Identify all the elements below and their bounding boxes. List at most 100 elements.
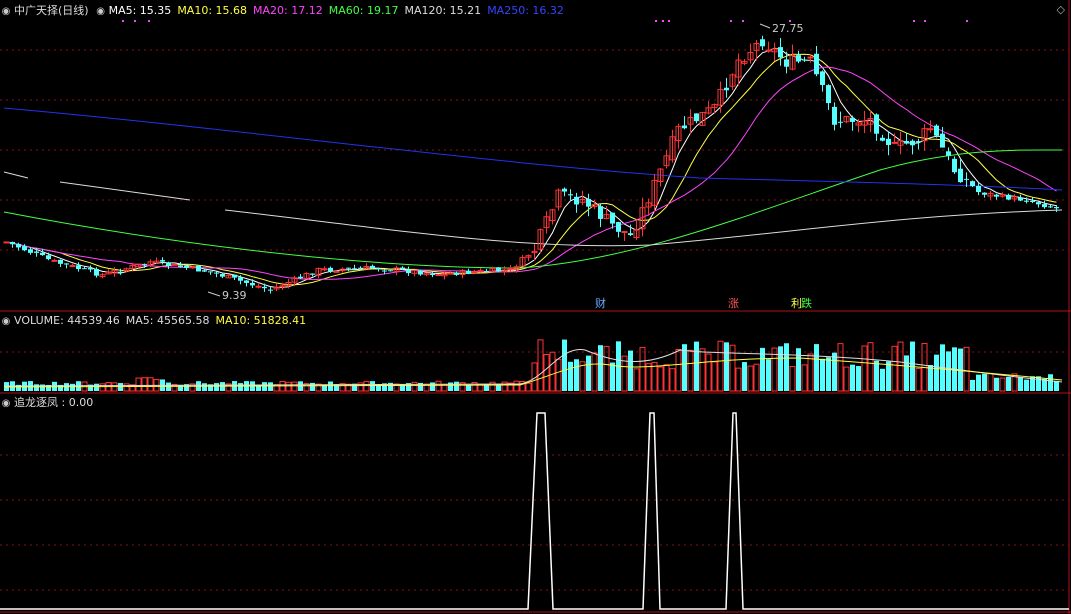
candle-body [76,265,81,270]
volume-bar [904,355,909,391]
candle-body [255,285,262,288]
volume-bar [963,346,970,392]
volume-bar [970,379,975,391]
candle-body [1048,206,1053,208]
volume-bar [1048,374,1053,391]
candle-body [946,151,951,156]
volume-bar [562,339,567,391]
volume-ma10-label: MA10: 51828.41 [215,314,307,327]
volume-bar [1006,376,1011,391]
candle-body [1024,200,1029,202]
volume-bar [633,368,640,392]
candle-body [820,71,825,85]
panel-collapse-icon[interactable]: ◉ [0,5,12,19]
candle-body [970,181,975,187]
candle-body [1036,202,1041,205]
volume-bar [999,377,1006,392]
volume-bar [310,382,315,391]
candle-body [406,269,411,274]
volume-bar [1036,376,1041,391]
indicator-signal [0,412,1069,610]
event-marker-fall[interactable]: 跌 [801,296,812,310]
candle-body [765,49,772,52]
candle-body [10,241,15,245]
signal-dot [789,20,791,22]
volume-bar [574,359,579,391]
volume-bar [568,361,573,391]
volume-bar [591,352,598,392]
candle-body [262,286,267,289]
candle-body [832,106,837,125]
volume-bar [537,339,544,392]
candle-body [28,249,33,253]
candle-body [586,198,591,207]
candle-body [958,168,963,183]
candle-body [94,268,99,276]
candle-body [1042,204,1047,208]
candle-body [388,270,393,272]
candle-body [238,277,243,281]
volume-bar [285,381,292,392]
candle-body [310,273,315,275]
volume-bar [663,364,670,392]
diamond-icon[interactable]: ◇ [1057,3,1065,16]
volume-bar [705,353,712,392]
candle-body [34,251,39,253]
volume-bar [268,382,273,391]
candle-body [880,137,885,141]
candle-body [346,267,351,269]
volume-bar [717,340,724,392]
candle-body [88,268,93,270]
volume-bar [886,361,891,391]
volume-bar [555,358,562,392]
indicator-panel-menu-icon[interactable]: ◉ [0,397,12,411]
candle-body [69,265,76,268]
volume-bar [946,351,951,391]
volume-bar [874,360,879,391]
candle-body [64,263,69,265]
event-marker-financial[interactable]: 财 [595,296,606,310]
volume-panel-menu-icon[interactable]: ◉ [0,315,12,329]
candle-body [562,188,567,192]
event-marker-rise[interactable]: 涨 [728,297,739,310]
volume-bar [843,366,850,392]
candle-body [916,141,921,143]
volume-bar [735,367,742,392]
low-price-label: 9.39 [222,289,247,302]
volume-bar [861,345,868,392]
low-price-pointer [207,291,221,297]
volume-bar [123,383,130,392]
volume-bar [628,350,633,391]
candle-body [376,268,381,270]
volume-bar [214,383,219,391]
signal-line [0,412,1069,610]
ma250-line [3,107,1063,191]
volume-bar [742,362,747,391]
candle-body [214,272,219,274]
volume-bar [291,381,298,392]
candle-body [268,289,273,291]
volume-bar [202,383,207,391]
candle-body [1006,194,1011,200]
panel-menu-icon[interactable]: ◉ [95,5,107,19]
candle-body [1018,197,1023,201]
volume-bar [262,382,267,391]
volume-bar [814,344,819,391]
volume-bar [610,362,615,391]
volume-bar [411,381,418,392]
volume-bar [694,341,699,391]
candle-body [333,270,340,273]
volume-bar [639,346,646,392]
volume-bar [784,343,789,391]
volume-bar [856,366,861,391]
signal-dot [134,20,136,22]
ma120-line [3,171,1063,247]
ma120-label: MA120: 15.21 [404,4,482,17]
volume-bar [603,345,610,392]
candle-body [610,212,615,224]
candle-body [940,133,945,148]
volume-bar [837,343,844,392]
stock-chart-canvas[interactable]: 27.75 9.39 财 涨 利 跌 [0,0,1071,614]
candle-body [568,194,573,196]
candle-body [244,280,249,283]
